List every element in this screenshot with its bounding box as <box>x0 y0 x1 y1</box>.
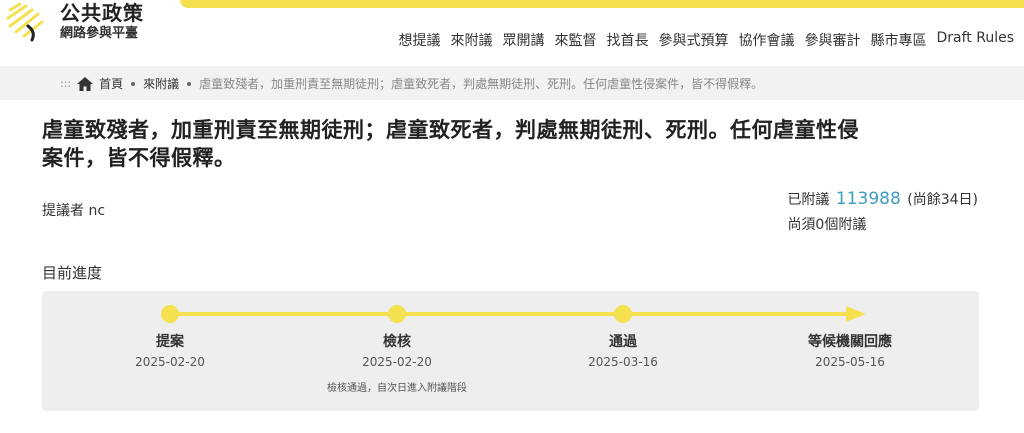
nav-item-draft-rules[interactable]: Draft Rules <box>936 30 1014 50</box>
nav-item-forum[interactable]: 眾開講 <box>502 30 544 50</box>
logo-subtitle: 網路參與平臺 <box>60 26 139 41</box>
proposer-info: 提議者 nc <box>42 200 105 220</box>
proposer-name: nc <box>88 203 106 219</box>
seconding-stats: 已附議 113988 (尚餘34日) 尚須0個附議 <box>787 186 978 238</box>
stage-label: 檢核 <box>383 334 411 350</box>
nav-item-second[interactable]: 來附議 <box>450 30 492 50</box>
stage-date: 2025-03-16 <box>588 355 658 369</box>
nav-item-budget[interactable]: 參與式預算 <box>658 30 728 50</box>
stage-label: 通過 <box>609 334 637 350</box>
stage-label: 等候機關回應 <box>808 334 892 350</box>
progress-arrow-head <box>846 306 866 322</box>
nav-item-audit[interactable]: 參與審計 <box>804 30 860 50</box>
breadcrumb: ::: 首頁 來附議 虐童致殘者，加重刑責至無期徒刑；虐童致死者，判處無期徒刑、… <box>60 75 763 92</box>
stage-dot <box>388 305 406 323</box>
nav-item-collab[interactable]: 協作會議 <box>738 30 794 50</box>
nav-item-officials[interactable]: 找首長 <box>606 30 648 50</box>
main-nav: 想提議 來附議 眾開講 來監督 找首長 參與式預算 協作會議 參與審計 縣市專區… <box>398 30 1014 50</box>
stage-note: 檢核通過，自次日進入附議階段 <box>327 383 467 394</box>
remaining-days: (尚餘34日) <box>907 192 978 208</box>
top-accent-strip <box>180 0 1024 8</box>
breadcrumb-current: 虐童致殘者，加重刑責至無期徒刑；虐童致死者，判處無期徒刑、死刑。任何虐童性侵案件… <box>199 77 764 91</box>
progress-panel: 提案 2025-02-20 檢核 2025-02-20 檢核通過，自次日進入附議… <box>42 291 979 411</box>
breadcrumb-accesskey[interactable]: ::: <box>60 77 71 90</box>
seconded-count: 113988 <box>835 189 901 209</box>
home-icon[interactable] <box>77 76 94 91</box>
breadcrumb-separator <box>131 81 136 86</box>
needed-seconds: 尚須0個附議 <box>787 217 867 233</box>
stage-dot <box>161 305 179 323</box>
breadcrumb-home[interactable]: 首頁 <box>99 75 123 92</box>
breadcrumb-separator <box>187 81 192 86</box>
seconded-label: 已附議 <box>787 192 830 208</box>
proposal-title-line-1: 虐童致殘者，加重刑責至無期徒刑；虐童致死者，判處無期徒刑、死刑。任何虐童性侵 <box>42 118 859 142</box>
stage-date: 2025-05-16 <box>815 355 885 369</box>
proposal-title-line-2: 案件，皆不得假釋。 <box>42 146 236 170</box>
stage-date: 2025-02-20 <box>362 355 432 369</box>
nav-item-counties[interactable]: 縣市專區 <box>870 30 926 50</box>
progress-heading: 目前進度 <box>42 264 103 282</box>
proposer-label: 提議者 <box>42 203 84 219</box>
logo-mark-icon <box>6 2 44 42</box>
stage-label: 提案 <box>156 334 184 350</box>
nav-item-monitor[interactable]: 來監督 <box>554 30 596 50</box>
breadcrumb-bar: ::: 首頁 來附議 虐童致殘者，加重刑責至無期徒刑；虐童致死者，判處無期徒刑、… <box>0 66 1024 100</box>
progress-track <box>170 312 850 316</box>
stage-dot <box>614 305 632 323</box>
nav-item-propose[interactable]: 想提議 <box>398 30 440 50</box>
breadcrumb-section[interactable]: 來附議 <box>143 75 179 92</box>
proposal-title: 虐童致殘者，加重刑責至無期徒刑；虐童致死者，判處無期徒刑、死刑。任何虐童性侵 案… <box>42 116 962 172</box>
site-logo[interactable]: 公共政策 網路參與平臺 <box>4 0 184 50</box>
stage-date: 2025-02-20 <box>135 355 205 369</box>
